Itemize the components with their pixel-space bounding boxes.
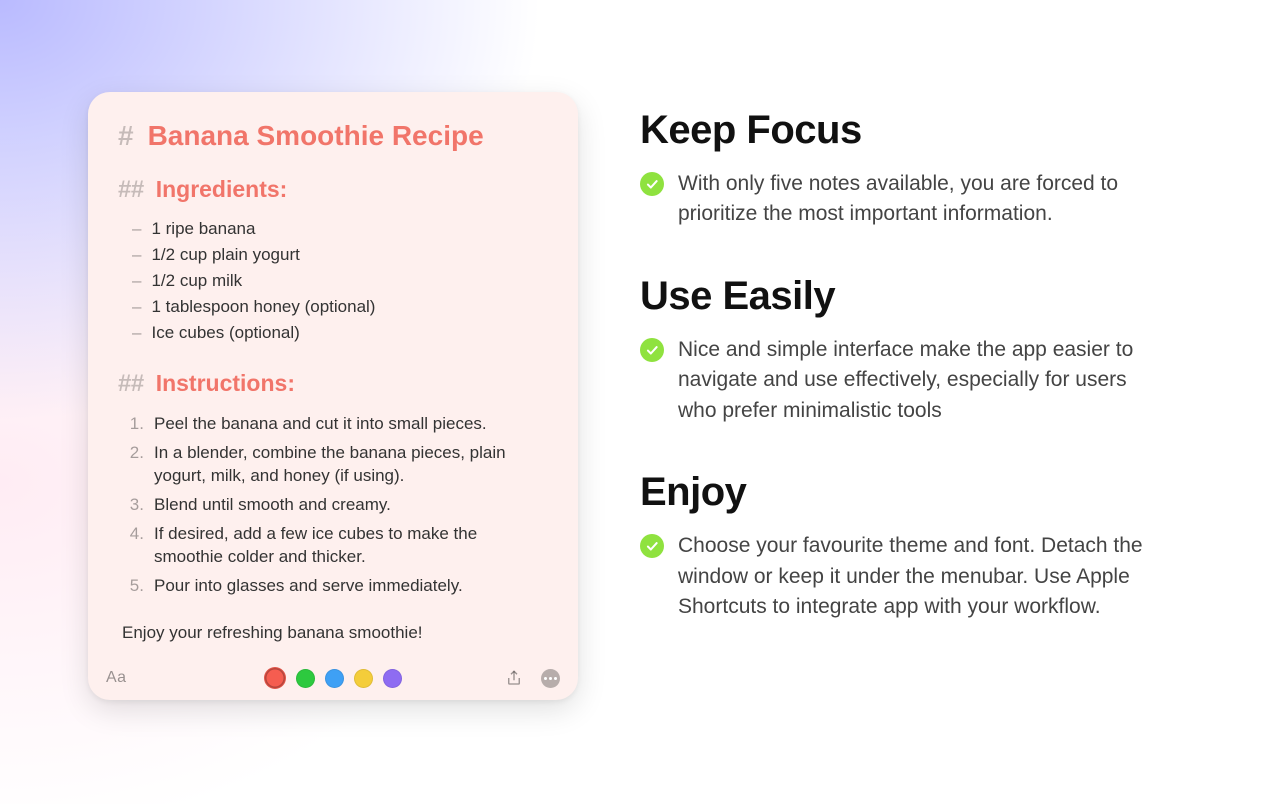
- more-button[interactable]: [541, 669, 560, 688]
- list-item: 1 tablespoon honey (optional): [118, 294, 548, 320]
- theme-color-yellow[interactable]: [354, 669, 373, 688]
- md-h2-hash: ##: [118, 176, 144, 204]
- instruction-text: Peel the banana and cut it into small pi…: [154, 413, 487, 436]
- feature-block: Enjoy Choose your favourite theme and fo…: [640, 470, 1200, 622]
- list-item: If desired, add a few ice cubes to make …: [118, 520, 548, 572]
- note-card: # Banana Smoothie Recipe ## Ingredients:…: [88, 92, 578, 700]
- note-title: Banana Smoothie Recipe: [148, 120, 484, 152]
- list-item: 1/2 cup plain yogurt: [118, 242, 548, 268]
- ingredient-text: 1 tablespoon honey (optional): [151, 297, 375, 317]
- theme-color-picker: [264, 667, 402, 689]
- theme-color-red[interactable]: [264, 667, 286, 689]
- check-icon: [640, 338, 664, 362]
- ingredients-heading-line: ## Ingredients:: [118, 176, 548, 204]
- list-item: 1 ripe banana: [118, 216, 548, 242]
- share-icon: [505, 669, 523, 687]
- closing-line: Enjoy your refreshing banana smoothie!: [118, 623, 548, 643]
- theme-color-purple[interactable]: [383, 669, 402, 688]
- instruction-text: Pour into glasses and serve immediately.: [154, 575, 463, 598]
- font-button[interactable]: Aa: [106, 669, 127, 687]
- instruction-text: In a blender, combine the banana pieces,…: [154, 442, 548, 488]
- list-item: Ice cubes (optional): [118, 320, 548, 346]
- feature-title: Use Easily: [640, 274, 1200, 319]
- feature-body: Choose your favourite theme and font. De…: [678, 531, 1158, 622]
- check-icon: [640, 534, 664, 558]
- theme-color-blue[interactable]: [325, 669, 344, 688]
- instructions-heading-line: ## Instructions:: [118, 370, 548, 398]
- md-h1-hash: #: [118, 120, 134, 152]
- ingredients-list: 1 ripe banana 1/2 cup plain yogurt 1/2 c…: [118, 216, 548, 346]
- ingredient-text: 1/2 cup plain yogurt: [151, 245, 299, 265]
- list-item: Blend until smooth and creamy.: [118, 491, 548, 520]
- note-title-line: # Banana Smoothie Recipe: [118, 120, 548, 152]
- feature-title: Enjoy: [640, 470, 1200, 515]
- feature-block: Keep Focus With only five notes availabl…: [640, 108, 1200, 230]
- list-item: Pour into glasses and serve immediately.: [118, 572, 548, 601]
- list-item: 1/2 cup milk: [118, 268, 548, 294]
- md-h2-hash: ##: [118, 370, 144, 398]
- ingredient-text: 1/2 cup milk: [151, 271, 242, 291]
- note-toolbar: Aa: [88, 656, 578, 700]
- list-item: Peel the banana and cut it into small pi…: [118, 410, 548, 439]
- instruction-text: If desired, add a few ice cubes to make …: [154, 523, 548, 569]
- instructions-list: Peel the banana and cut it into small pi…: [118, 410, 548, 601]
- instructions-heading: Instructions:: [156, 370, 295, 397]
- ingredient-text: 1 ripe banana: [151, 219, 255, 239]
- feature-block: Use Easily Nice and simple interface mak…: [640, 274, 1200, 426]
- instruction-text: Blend until smooth and creamy.: [154, 494, 391, 517]
- ingredient-text: Ice cubes (optional): [151, 323, 299, 343]
- share-button[interactable]: [505, 669, 523, 687]
- check-icon: [640, 172, 664, 196]
- feature-body: With only five notes available, you are …: [678, 169, 1158, 230]
- feature-body: Nice and simple interface make the app e…: [678, 335, 1158, 426]
- feature-title: Keep Focus: [640, 108, 1200, 153]
- ellipsis-icon: [541, 669, 560, 688]
- ingredients-heading: Ingredients:: [156, 176, 288, 203]
- list-item: In a blender, combine the banana pieces,…: [118, 439, 548, 491]
- features-column: Keep Focus With only five notes availabl…: [640, 108, 1200, 667]
- theme-color-green[interactable]: [296, 669, 315, 688]
